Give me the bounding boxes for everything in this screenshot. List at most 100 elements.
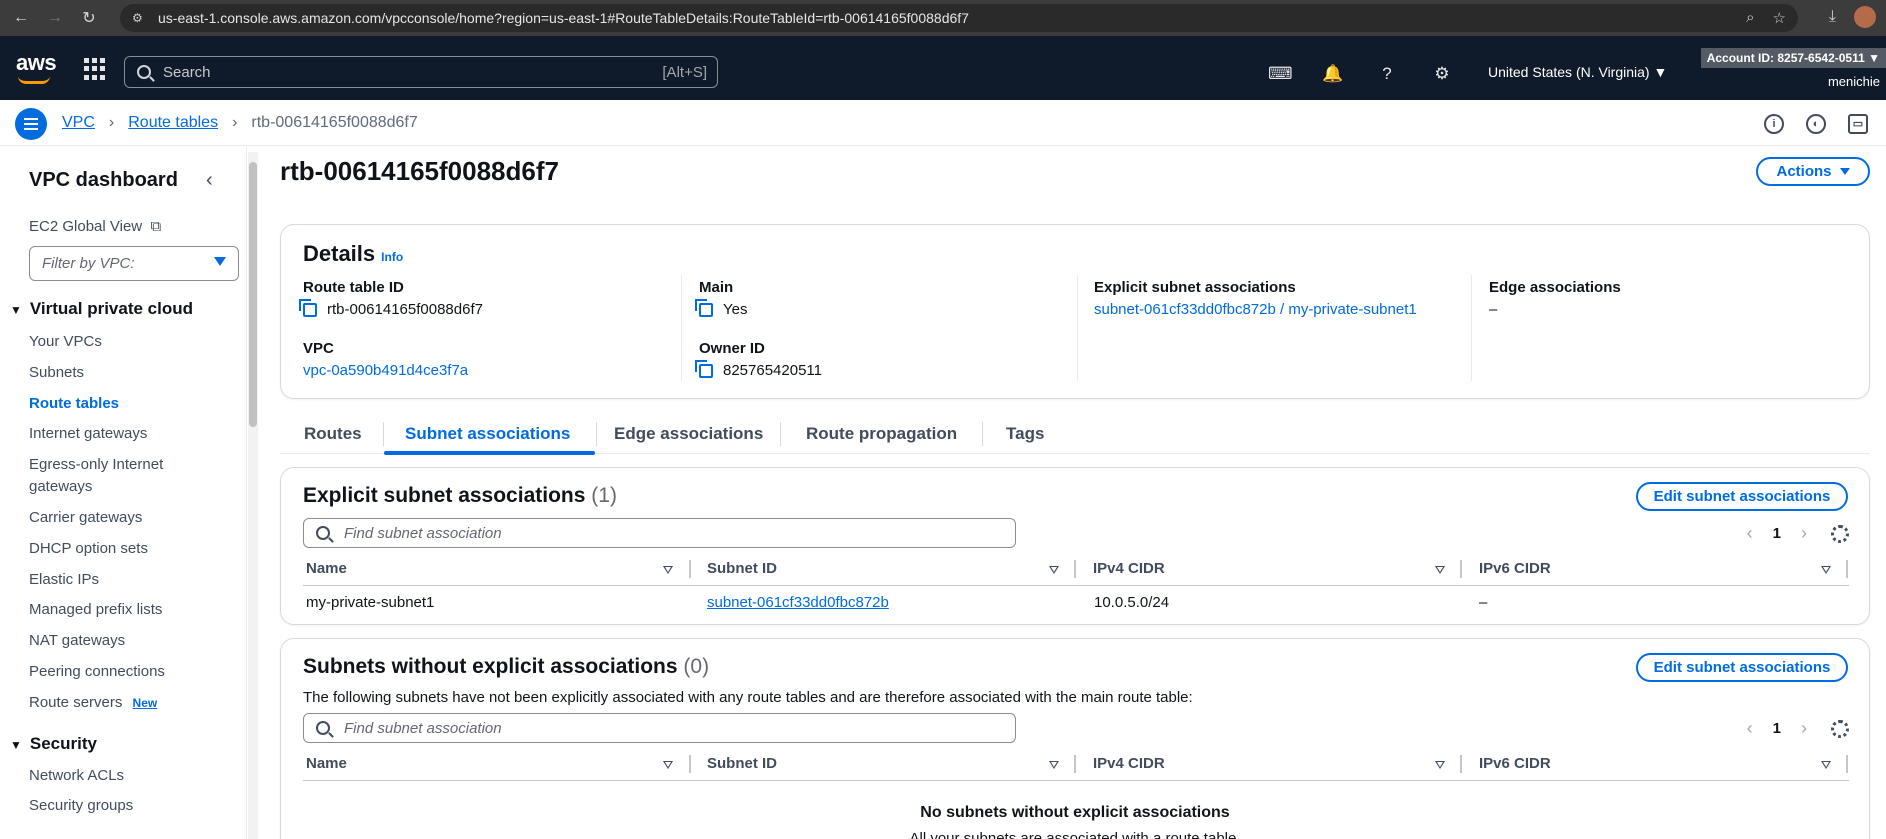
- copy-icon[interactable]: [695, 359, 713, 378]
- sidebar-item-network-acls[interactable]: Network ACLs: [29, 767, 124, 784]
- column-header-ipv4-cidr[interactable]: IPv4 CIDR: [1093, 560, 1165, 577]
- sort-icon[interactable]: [1435, 761, 1445, 769]
- zoom-icon[interactable]: ⌕: [1746, 9, 1754, 27]
- bookmark-star-icon[interactable]: ☆: [1773, 9, 1786, 27]
- tab-route-propagation[interactable]: Route propagation: [806, 424, 957, 444]
- actions-button[interactable]: Actions: [1756, 157, 1870, 186]
- sort-icon[interactable]: [1435, 566, 1445, 574]
- address-bar[interactable]: ⚙ us-east-1.console.aws.amazon.com/vpcco…: [120, 4, 1798, 32]
- chevron-right-icon[interactable]: ›: [1801, 718, 1807, 739]
- table-preferences-gear-icon[interactable]: [1831, 720, 1849, 738]
- table-row-subnet-id-link[interactable]: subnet-061cf33dd0fbc872b: [707, 594, 889, 611]
- profile-avatar[interactable]: [1854, 6, 1876, 28]
- column-header-name[interactable]: Name: [306, 560, 347, 577]
- sort-icon[interactable]: [1049, 566, 1059, 574]
- sidebar-scrollbar[interactable]: [248, 152, 258, 839]
- region-selector[interactable]: United States (N. Virginia) ▼: [1488, 64, 1667, 80]
- sort-icon[interactable]: [1821, 761, 1831, 769]
- tab-edge-associations[interactable]: Edge associations: [614, 424, 763, 444]
- vpc-filter-select[interactable]: Filter by VPC:: [29, 246, 239, 281]
- sidebar-item-route-tables[interactable]: Route tables: [29, 395, 119, 412]
- tutorial-icon[interactable]: ◐: [1806, 114, 1826, 134]
- column-header-ipv4-cidr[interactable]: IPv4 CIDR: [1093, 755, 1165, 772]
- copy-icon[interactable]: [299, 298, 317, 317]
- chevron-right-icon[interactable]: ›: [1801, 523, 1807, 544]
- column-header-ipv6-cidr[interactable]: IPv6 CIDR: [1479, 755, 1551, 772]
- page-number[interactable]: 1: [1773, 720, 1781, 737]
- edit-subnet-associations-button[interactable]: Edit subnet associations: [1636, 482, 1848, 511]
- find-subnet-association-input[interactable]: Find subnet association: [303, 713, 1016, 743]
- column-header-subnet-id[interactable]: Subnet ID: [707, 560, 777, 577]
- vpc-link[interactable]: vpc-0a590b491d4ce3f7a: [303, 362, 468, 379]
- chevron-left-icon[interactable]: ‹: [1747, 718, 1753, 739]
- column-resizer[interactable]: [1460, 560, 1462, 578]
- sidebar-scrollbar-thumb[interactable]: [249, 162, 257, 427]
- column-resizer[interactable]: [1074, 560, 1076, 578]
- aws-logo[interactable]: aws: [16, 50, 57, 76]
- sidebar-item-nat-gateways[interactable]: NAT gateways: [29, 632, 125, 649]
- info-panel-icon[interactable]: i: [1764, 114, 1784, 134]
- column-resizer[interactable]: [1846, 560, 1848, 578]
- column-resizer[interactable]: [689, 560, 691, 578]
- new-badge: New: [132, 696, 158, 710]
- copy-icon[interactable]: [695, 298, 713, 317]
- sidebar-item-egress-only-line2[interactable]: gateways: [29, 478, 92, 495]
- column-resizer[interactable]: [1846, 755, 1848, 773]
- breadcrumb-vpc[interactable]: VPC: [62, 114, 95, 132]
- chevron-left-icon[interactable]: ‹: [1747, 523, 1753, 544]
- edit-subnet-associations-button[interactable]: Edit subnet associations: [1636, 653, 1848, 682]
- hamburger-menu-icon[interactable]: [15, 108, 47, 140]
- site-info-icon[interactable]: ⚙: [132, 11, 150, 25]
- sidebar-item-route-servers[interactable]: Route servers New: [29, 694, 157, 711]
- column-resizer[interactable]: [689, 755, 691, 773]
- sort-icon[interactable]: [663, 566, 673, 574]
- sidebar-item-ec2-global-view[interactable]: EC2 Global View ⧉: [29, 218, 161, 235]
- sidebar-item-your-vpcs[interactable]: Your VPCs: [29, 333, 102, 350]
- sort-icon[interactable]: [1821, 566, 1831, 574]
- console-search-input[interactable]: Search [Alt+S]: [124, 56, 718, 88]
- settings-gear-icon[interactable]: ⚙: [1432, 64, 1452, 84]
- sidebar-item-subnets[interactable]: Subnets: [29, 364, 84, 381]
- back-icon[interactable]: ←: [8, 5, 34, 31]
- sidebar-item-peering-connections[interactable]: Peering connections: [29, 663, 165, 680]
- sidebar-section-vpc[interactable]: ▼ Virtual private cloud: [10, 299, 193, 319]
- column-header-name[interactable]: Name: [306, 755, 347, 772]
- sidebar-item-egress-only[interactable]: Egress-only Internet: [29, 456, 163, 473]
- collapse-sidebar-icon[interactable]: ‹: [206, 169, 213, 192]
- sort-icon[interactable]: [663, 761, 673, 769]
- tab-subnet-associations[interactable]: Subnet associations: [405, 424, 570, 444]
- sidebar-item-elastic-ips[interactable]: Elastic IPs: [29, 571, 99, 588]
- explicit-subnet-association-link[interactable]: subnet-061cf33dd0fbc872b / my-private-su…: [1094, 301, 1417, 318]
- sidebar-item-dhcp-option-sets[interactable]: DHCP option sets: [29, 540, 148, 557]
- sidebar-item-security-groups[interactable]: Security groups: [29, 797, 133, 814]
- column-resizer[interactable]: [1460, 755, 1462, 773]
- notifications-bell-icon[interactable]: 🔔: [1322, 64, 1343, 84]
- table-preferences-gear-icon[interactable]: [1831, 525, 1849, 543]
- column-resizer[interactable]: [1074, 755, 1076, 773]
- feedback-icon[interactable]: ▭: [1848, 114, 1868, 134]
- sidebar-item-managed-prefix-lists[interactable]: Managed prefix lists: [29, 601, 162, 618]
- find-subnet-association-input[interactable]: Find subnet association: [303, 518, 1016, 548]
- sidebar-section-security[interactable]: ▼ Security: [10, 734, 97, 754]
- column-header-subnet-id[interactable]: Subnet ID: [707, 755, 777, 772]
- sort-icon[interactable]: [1049, 761, 1059, 769]
- sidebar-item-internet-gateways[interactable]: Internet gateways: [29, 425, 147, 442]
- breadcrumb-route-tables[interactable]: Route tables: [128, 114, 218, 132]
- column-header-ipv6-cidr[interactable]: IPv6 CIDR: [1479, 560, 1551, 577]
- reload-icon[interactable]: ↻: [76, 5, 102, 31]
- username[interactable]: menichie: [1828, 74, 1886, 89]
- sidebar-item-carrier-gateways[interactable]: Carrier gateways: [29, 509, 142, 526]
- forward-icon[interactable]: →: [42, 5, 68, 31]
- tab-routes[interactable]: Routes: [304, 424, 362, 444]
- services-grid-icon[interactable]: [84, 58, 106, 80]
- account-menu[interactable]: Account ID: 8257-6542-0511 ▼: [1700, 48, 1886, 68]
- sidebar-title[interactable]: VPC dashboard: [29, 169, 178, 192]
- search-placeholder: Search: [163, 63, 211, 81]
- page-number[interactable]: 1: [1773, 525, 1781, 542]
- cloudshell-icon[interactable]: ⌨: [1268, 64, 1293, 84]
- download-icon[interactable]: ⤓: [1829, 8, 1836, 26]
- tab-tags[interactable]: Tags: [1006, 424, 1044, 444]
- help-icon[interactable]: ?: [1377, 64, 1397, 84]
- info-link[interactable]: Info: [381, 250, 403, 264]
- sidebar-item-label: Route servers: [29, 694, 123, 711]
